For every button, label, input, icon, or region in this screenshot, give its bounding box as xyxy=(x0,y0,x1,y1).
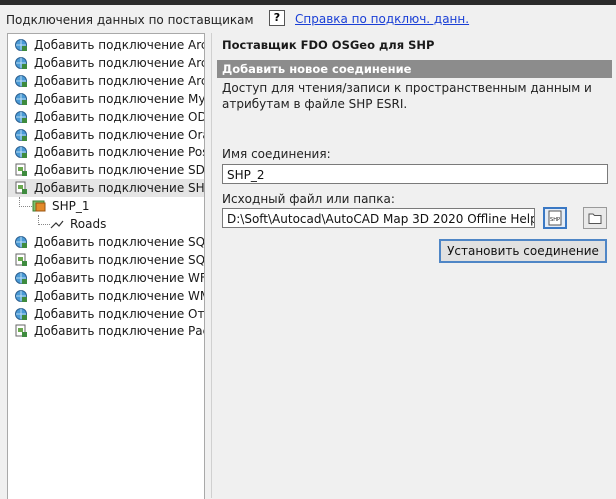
connect-button[interactable]: Установить соединение xyxy=(439,239,607,263)
tree-item[interactable]: Добавить подключение Oracle xyxy=(8,126,204,144)
plug-globe-icon xyxy=(14,145,28,159)
tree-item[interactable]: Добавить подключение Растро xyxy=(8,322,204,340)
provider-title: Поставщик FDO OSGeo для SHP xyxy=(222,38,435,52)
tree-item[interactable]: Добавить подключение SQL Se xyxy=(8,233,204,251)
tree-item[interactable]: Добавить подключение ODBC xyxy=(8,108,204,126)
shp-file-button[interactable]: SHP xyxy=(543,207,567,229)
tree-item[interactable]: Добавить подключение WFS xyxy=(8,269,204,287)
tree-item[interactable]: Добавить подключение MySQL xyxy=(8,90,204,108)
tree-item-label: Добавить подключение WFS xyxy=(34,270,205,285)
plug-file-icon xyxy=(14,163,28,177)
tree-item-label: Добавить подключение MySQL xyxy=(34,91,205,106)
polyline-icon xyxy=(50,217,64,231)
tree-item-label: Добавить подключение WMS xyxy=(34,288,205,303)
source-file-label: Исходный файл или папка: xyxy=(222,192,395,206)
plug-globe-icon xyxy=(14,92,28,106)
plug-globe-icon xyxy=(14,307,28,321)
plug-file-icon xyxy=(14,181,28,195)
tree-item-label: Добавить подключение Postgr xyxy=(34,145,204,160)
provider-description: Доступ для чтения/записи к пространствен… xyxy=(222,81,592,111)
section-header: Добавить новое соединение xyxy=(217,60,612,78)
tree-item-shp1[interactable]: SHP_1 xyxy=(8,197,204,215)
tree-item-label: Roads xyxy=(70,217,107,231)
tree-item-label: Добавить подключение SDF xyxy=(34,163,205,178)
splitter[interactable] xyxy=(211,33,212,498)
browse-folder-button[interactable] xyxy=(583,207,607,229)
window-top-border xyxy=(0,0,616,5)
plug-globe-icon xyxy=(14,38,28,52)
tree-connector xyxy=(38,215,50,225)
panel-title: Подключения данных по поставщикам xyxy=(6,13,254,27)
tree-item[interactable]: Добавить подключение SHP xyxy=(8,179,205,198)
tree-item-label: Добавить подключение ArcSDE xyxy=(34,73,204,88)
tree-item-label: SHP_1 xyxy=(52,199,90,214)
tree-item-label: Добавить подключение ODBC xyxy=(34,109,205,124)
help-icon[interactable]: ? xyxy=(269,10,285,26)
source-file-input[interactable]: D:\Soft\Autocad\AutoCAD Map 3D 2020 Offl… xyxy=(222,208,535,228)
tree-item[interactable]: Добавить подключение Отрас. xyxy=(8,305,204,323)
plug-globe-icon xyxy=(14,128,28,142)
plug-globe-icon xyxy=(14,110,28,124)
shp-icon-text: SHP xyxy=(550,217,560,223)
tree-item-label: Добавить подключение Отрас. xyxy=(34,306,205,321)
plug-file-icon xyxy=(14,253,28,267)
tree-item[interactable]: Добавить подключение ArcGIS xyxy=(8,54,204,72)
tree-item[interactable]: Добавить подключение SDF xyxy=(8,161,204,179)
plug-globe-icon xyxy=(14,235,28,249)
plug-file-icon xyxy=(14,324,28,338)
plug-globe-icon xyxy=(14,74,28,88)
connection-name-input[interactable]: SHP_2 xyxy=(222,164,608,184)
plug-globe-icon xyxy=(14,289,28,303)
folder-icon xyxy=(588,213,602,224)
tree-connector xyxy=(19,197,32,208)
tree-item-roads[interactable]: Roads xyxy=(8,215,204,233)
tree-item-label: Добавить подключение Растро xyxy=(34,324,204,339)
shp-file-icon: SHP xyxy=(548,210,562,226)
tree-item[interactable]: Добавить подключение WMS xyxy=(8,287,204,305)
tree-item-label: Добавить подключение Oracle xyxy=(34,127,204,142)
tree-item-label: Добавить подключение SQLite xyxy=(34,252,205,267)
tree-item[interactable]: Добавить подключение Postgr xyxy=(8,143,204,161)
plug-globe-icon xyxy=(14,271,28,285)
tree-item[interactable]: Добавить подключение SQLite xyxy=(8,251,204,269)
tree-item[interactable]: Добавить подключение ArcGIS xyxy=(8,36,204,54)
plug-globe-icon xyxy=(14,56,28,70)
tree-item[interactable]: Добавить подключение ArcSDE xyxy=(8,72,204,90)
data-connections-tree[interactable]: Добавить подключение ArcGIS Добавить подк… xyxy=(7,33,205,499)
help-link[interactable]: Справка по подключ. данн. xyxy=(295,12,469,26)
tree-item-label: Добавить подключение SQL Se xyxy=(34,234,205,249)
tree-item-label: Добавить подключение ArcGIS xyxy=(34,55,204,70)
connection-name-label: Имя соединения: xyxy=(222,147,331,161)
shp-layer-icon xyxy=(32,199,46,213)
tree-item-label: Добавить подключение ArcGIS xyxy=(34,38,204,52)
tree-item-label: Добавить подключение SHP xyxy=(34,181,205,196)
